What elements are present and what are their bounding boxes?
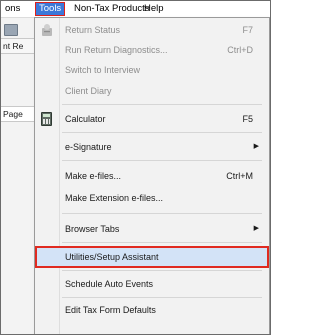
menu-item-label: Run Return Diagnostics... [65,45,168,55]
menu-item-label: Browser Tabs [65,224,120,234]
menu-item-client-diary[interactable]: Client Diary [35,81,269,101]
toolbar-button[interactable]: nt Re [1,38,34,54]
menu-separator [62,297,262,298]
menu-item-label: Utilities/Setup Assistant [65,252,159,262]
menu-item-edit-tax-form-defaults[interactable]: Edit Tax Form Defaults [35,300,269,320]
menu-item-label: Schedule Auto Events [65,279,154,289]
menu-item-shortcut: Ctrl+D [227,45,253,55]
menu-item-label: Make e-files... [65,171,122,181]
menu-item-label: Client Diary [65,86,112,96]
menu-item-make-e-files[interactable]: Make e-files... Ctrl+M [35,166,269,186]
printer-icon[interactable] [4,24,18,36]
menu-item-utilities-setup-assistant[interactable]: Utilities/Setup Assistant [35,246,269,268]
calculator-icon [41,112,52,126]
app-window: ons Tools Non-Tax Products Help nt Re Pa… [0,0,271,335]
menu-separator [62,213,262,214]
tools-dropdown-menu: Return Status F7 Run Return Diagnostics.… [34,17,270,334]
menu-options[interactable]: ons [2,3,23,15]
menu-item-shortcut: Ctrl+M [226,171,253,181]
page-tab[interactable]: Page [1,106,35,122]
menu-item-switch-to-interview[interactable]: Switch to Interview [35,60,269,80]
menu-separator [62,270,262,271]
menu-item-shortcut: F5 [242,114,253,124]
menu-item-label: Calculator [65,114,106,124]
menu-separator [62,160,262,161]
menu-item-label: Return Status [65,25,121,35]
menu-item-e-signature[interactable]: e-Signature ▶ [35,137,269,157]
menu-item-label: e-Signature [65,142,112,152]
menu-separator [62,132,262,133]
submenu-arrow-icon: ▶ [253,143,259,150]
page-tab-label: Page [3,109,23,119]
menu-item-label: Edit Tax Form Defaults [65,305,156,315]
menu-item-calculator[interactable]: Calculator F5 [35,109,269,129]
menu-bar: ons Tools Non-Tax Products Help [1,1,270,18]
menu-item-make-extension-e-files[interactable]: Make Extension e-files... [35,188,269,208]
menu-separator [62,104,262,105]
menu-item-run-return-diagnostics[interactable]: Run Return Diagnostics... Ctrl+D [35,40,269,60]
menu-item-schedule-auto-events[interactable]: Schedule Auto Events [35,274,269,294]
menu-item-label: Switch to Interview [65,65,141,75]
background-app-area: nt Re Page [1,18,35,334]
menu-item-label: Make Extension e-files... [65,193,164,203]
menu-help[interactable]: Help [141,3,167,15]
menu-item-return-status[interactable]: Return Status F7 [35,20,269,40]
toolbar-button-label: nt Re [3,41,24,51]
menu-item-browser-tabs[interactable]: Browser Tabs ▶ [35,219,269,239]
menu-item-shortcut: F7 [242,25,253,35]
menu-tools[interactable]: Tools [35,2,66,16]
submenu-arrow-icon: ▶ [253,225,259,232]
menu-separator [62,242,262,243]
return-status-icon [42,24,52,36]
